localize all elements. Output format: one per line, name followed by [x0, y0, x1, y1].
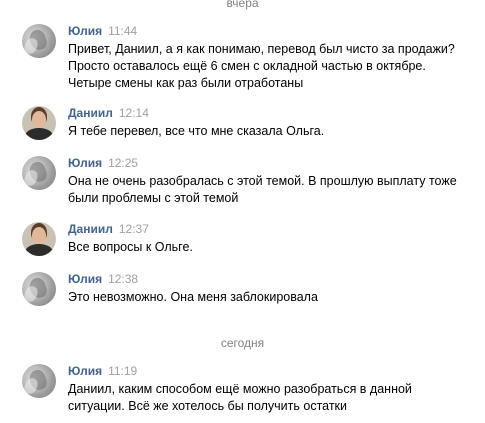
message-text: Это невозможно. Она меня заблокировала	[68, 289, 472, 306]
message-text-line: Все вопросы к Ольге.	[68, 240, 193, 254]
message-text: Даниил, каким способом ещё можно разобра…	[68, 381, 472, 415]
message-text: Она не очень разобралась с этой темой. В…	[68, 173, 472, 207]
message-text-line: были проблемы с этой темой	[68, 191, 239, 205]
message-time[interactable]: 11:19	[108, 364, 137, 378]
message-item: Даниил 12:14 Я тебе перевел, все что мне …	[22, 106, 472, 140]
message-text-line: Она не очень разобралась с этой темой. В…	[68, 174, 457, 188]
message-item: Юлия 12:38 Это невозможно. Она меня забло…	[22, 272, 472, 306]
message-item: Даниил 12:37 Все вопросы к Ольге.	[22, 222, 472, 256]
message-time[interactable]: 12:14	[119, 106, 149, 120]
author-name[interactable]: Даниил	[68, 222, 113, 236]
author-name[interactable]: Юлия	[68, 156, 102, 170]
author-name[interactable]: Юлия	[68, 24, 102, 38]
message-header: Юлия 12:25	[68, 156, 138, 170]
message-text-line: Привет, Даниил, а я как понимаю, перевод…	[68, 42, 455, 56]
message-text-line: Это невозможно. Она меня заблокировала	[68, 290, 318, 304]
message-item: Юлия 12:25 Она не очень разобралась с это…	[22, 156, 472, 207]
message-time[interactable]: 12:25	[108, 156, 138, 170]
message-text: Я тебе перевел, все что мне сказала Ольг…	[68, 123, 472, 140]
avatar[interactable]	[22, 156, 56, 190]
message-item: Юлия 11:19 Даниил, каким способом ещё мож…	[22, 364, 472, 415]
date-separator-today: сегодня	[220, 336, 265, 350]
message-text-line: ситуации. Всё же хотелось бы получить ос…	[68, 399, 348, 413]
author-name[interactable]: Даниил	[68, 106, 113, 120]
avatar[interactable]	[22, 222, 56, 256]
message-time[interactable]: 12:37	[119, 222, 149, 236]
author-name[interactable]: Юлия	[68, 364, 102, 378]
message-time[interactable]: 11:44	[108, 24, 137, 38]
message-header: Юлия 12:38	[68, 272, 138, 286]
avatar[interactable]	[22, 272, 56, 306]
message-header: Юлия 11:19	[68, 364, 137, 378]
message-header: Даниил 12:14	[68, 106, 149, 120]
message-text: Привет, Даниил, а я как понимаю, перевод…	[68, 41, 472, 92]
message-text-line: Четыре смены как раз были отработаны	[68, 76, 304, 90]
avatar[interactable]	[22, 364, 56, 398]
avatar[interactable]	[22, 106, 56, 140]
message-time[interactable]: 12:38	[108, 272, 138, 286]
message-text: Все вопросы к Ольге.	[68, 239, 472, 256]
avatar[interactable]	[22, 24, 56, 58]
message-header: Юлия 11:44	[68, 24, 137, 38]
message-item: Юлия 11:44 Привет, Даниил, а я как понима…	[22, 24, 472, 90]
message-text-line: Просто оставалось ещё 6 смен с окладной …	[68, 59, 426, 73]
author-name[interactable]: Юлия	[68, 272, 102, 286]
message-text-line: Даниил, каким способом ещё можно разобра…	[68, 382, 412, 396]
date-separator-yesterday: вчера	[226, 0, 259, 10]
message-text-line: Я тебе перевел, все что мне сказала Ольг…	[68, 124, 325, 138]
message-header: Даниил 12:37	[68, 222, 149, 236]
